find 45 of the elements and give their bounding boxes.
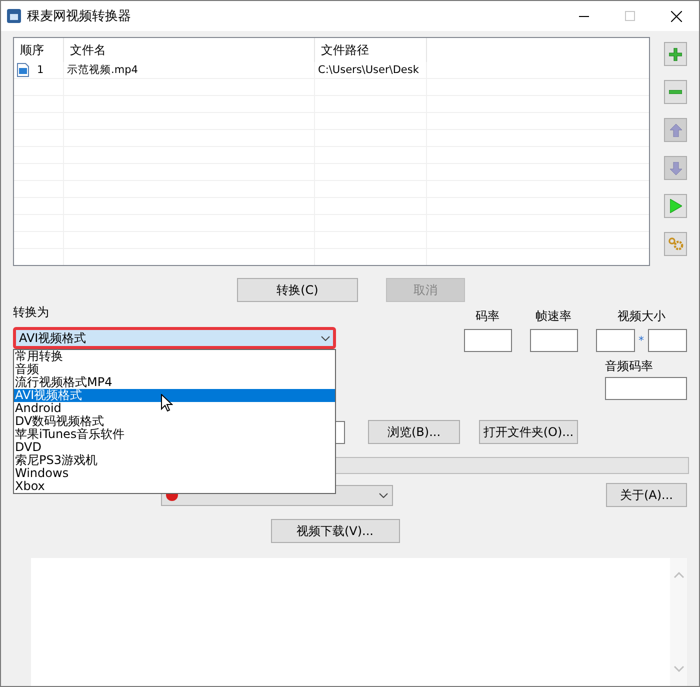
open-folder-button[interactable]: 打开文件夹(O)... xyxy=(479,420,578,444)
chevron-down-icon xyxy=(379,492,388,498)
up-arrow-icon xyxy=(670,124,682,136)
minus-icon xyxy=(669,90,682,94)
audio-bitrate-label: 音频码率 xyxy=(605,358,653,375)
maximize-icon xyxy=(625,11,635,21)
chevron-down-icon xyxy=(321,336,330,340)
mouse-pointer-icon xyxy=(161,394,173,412)
video-file-icon xyxy=(17,63,29,77)
app-icon xyxy=(7,9,21,23)
scroll-down-icon xyxy=(674,666,684,672)
start-button[interactable] xyxy=(664,194,687,218)
format-dropdown[interactable]: AVI视频格式 xyxy=(13,327,336,349)
framerate-input[interactable] xyxy=(530,329,578,352)
table-cell: 1 xyxy=(14,62,64,78)
height-input[interactable] xyxy=(648,329,687,352)
framerate-label: 帧速率 xyxy=(536,308,572,325)
audio-bitrate-input[interactable] xyxy=(605,377,687,400)
column-header[interactable]: 文件路径 xyxy=(315,38,427,62)
scroll-up-icon xyxy=(674,572,684,578)
add-button[interactable] xyxy=(664,42,687,66)
gears-icon xyxy=(668,237,684,251)
dropdown-option[interactable]: AVI视频格式 xyxy=(14,389,335,402)
width-input[interactable] xyxy=(596,329,634,352)
close-icon xyxy=(670,10,682,22)
video-download-button[interactable]: 视频下载(V)... xyxy=(270,519,400,543)
bitrate-input[interactable] xyxy=(464,329,512,352)
table-cell: 示范视频.mp4 xyxy=(64,62,315,78)
column-header[interactable]: 顺序 xyxy=(14,38,64,62)
about-button[interactable]: 关于(A)... xyxy=(606,483,687,507)
browse-button[interactable]: 浏览(B)... xyxy=(368,420,460,444)
settings-button[interactable] xyxy=(664,232,687,256)
play-icon xyxy=(670,199,682,213)
column-header[interactable]: 文件名 xyxy=(64,38,315,62)
bitrate-label: 码率 xyxy=(476,308,500,325)
convert-button[interactable]: 转换(C) xyxy=(237,278,358,302)
remove-button[interactable] xyxy=(664,80,687,104)
size-separator: * xyxy=(638,334,644,347)
window-title: 稞麦网视频转换器 xyxy=(27,8,132,25)
table-cell: C:\Users\User\Desk xyxy=(315,62,427,78)
convert-to-label: 转换为 xyxy=(13,304,50,321)
down-arrow-icon xyxy=(670,162,682,174)
plus-icon xyxy=(669,48,682,60)
scrollbar[interactable] xyxy=(670,558,687,686)
video-size-label: 视频大小 xyxy=(617,308,666,325)
